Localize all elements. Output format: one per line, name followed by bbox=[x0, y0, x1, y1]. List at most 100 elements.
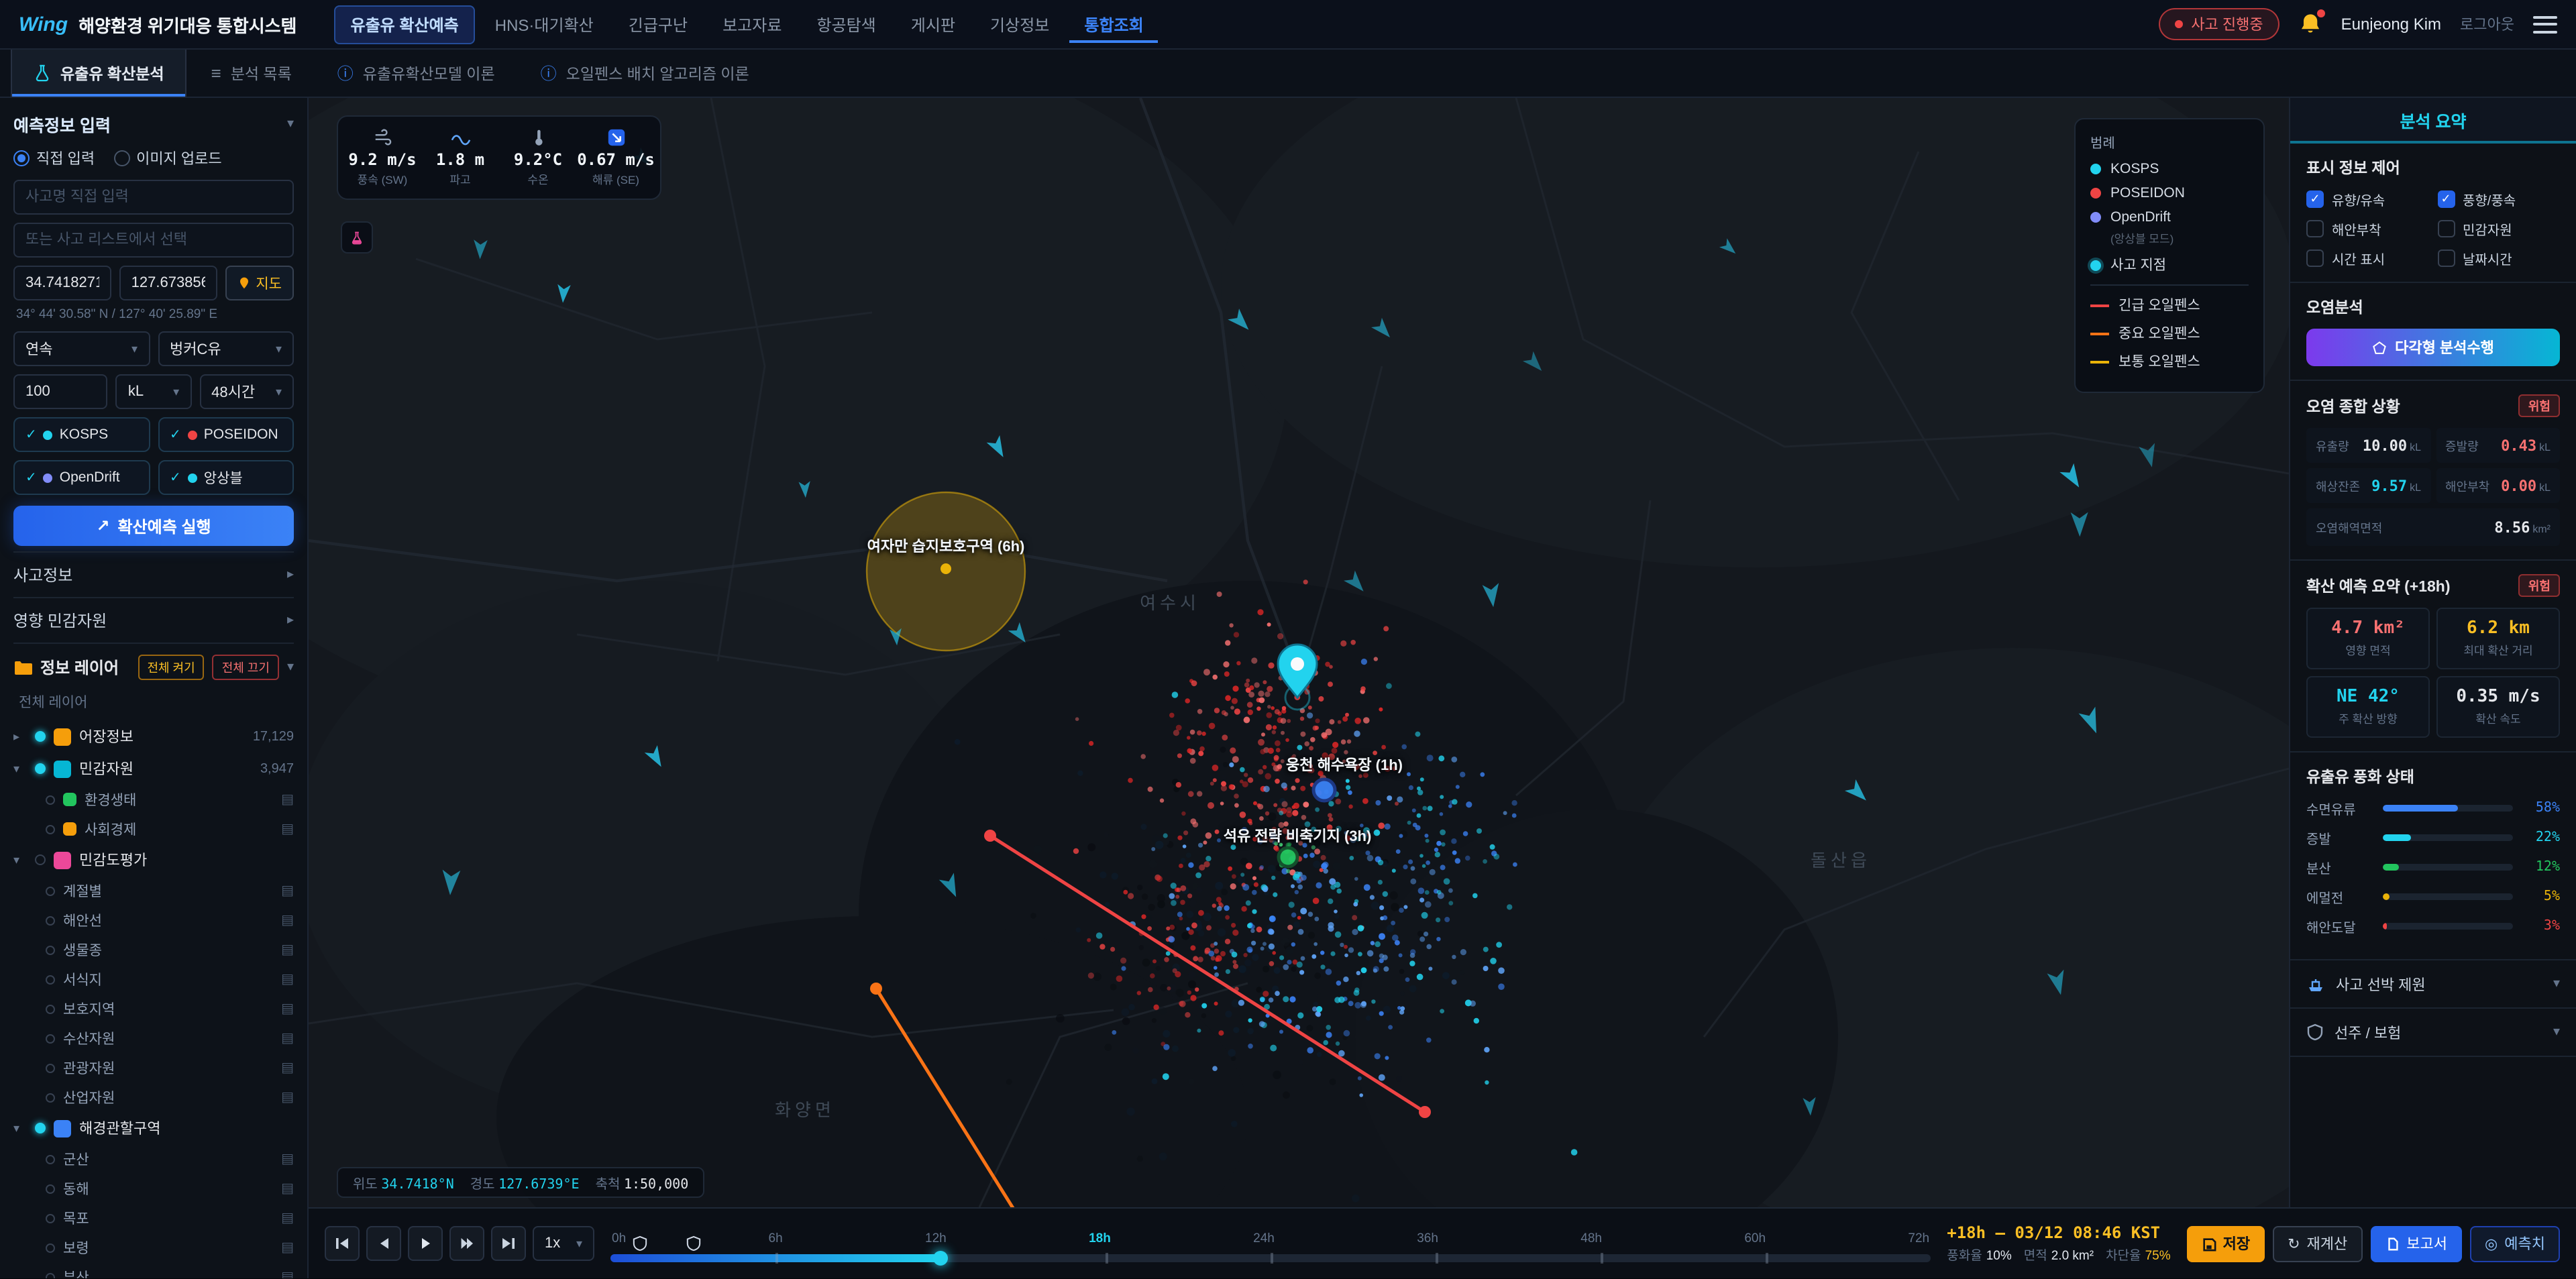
latitude-input[interactable] bbox=[13, 266, 111, 300]
fence-event-marker-3h[interactable] bbox=[686, 1235, 701, 1251]
layer-toggle[interactable] bbox=[46, 1004, 55, 1013]
panel-collapse-chevron[interactable]: ▾ bbox=[287, 117, 294, 131]
map-area[interactable]: 9.2 m/s 풍속 (SW) 1.8 m 파고 9.2°C 수온 0.67 m… bbox=[309, 98, 2289, 1207]
save-button[interactable]: 저장 bbox=[2186, 1225, 2265, 1262]
section-accident-info[interactable]: 사고정보 ▸ bbox=[13, 551, 294, 597]
speed-select[interactable]: 1x ▾ bbox=[533, 1226, 594, 1261]
section-owner-insurance[interactable]: 선주 / 보험 ▾ bbox=[2290, 1009, 2576, 1057]
layer-toggle[interactable] bbox=[46, 1184, 55, 1193]
fence-event-marker-1h[interactable] bbox=[632, 1235, 647, 1251]
nav-item-integrated-search[interactable]: 통합조회 bbox=[1069, 6, 1159, 42]
layer-style-icon[interactable]: ▤ bbox=[281, 1211, 294, 1225]
layer-item-eco[interactable]: 환경생태 ▤ bbox=[13, 785, 294, 814]
predict-button[interactable]: ◎ 예측치 bbox=[2470, 1225, 2560, 1262]
layer-style-icon[interactable]: ▤ bbox=[281, 1060, 294, 1075]
expand-icon[interactable]: ▸ bbox=[13, 729, 27, 744]
analysis-summary-tab[interactable]: 분석 요약 bbox=[2290, 98, 2576, 144]
model-toggle-poseidon[interactable]: ✓ POSEIDON bbox=[158, 417, 294, 452]
fast-forward-button[interactable] bbox=[449, 1226, 484, 1261]
layer-item[interactable]: 보령 ▤ bbox=[13, 1233, 294, 1262]
layer-style-icon[interactable]: ▤ bbox=[281, 1240, 294, 1255]
subtab-diffusion-analysis[interactable]: 유출유 확산분석 bbox=[11, 50, 187, 97]
polygon-analysis-button[interactable]: 다각형 분석수행 bbox=[2306, 329, 2560, 366]
play-button[interactable] bbox=[408, 1226, 443, 1261]
layer-style-icon[interactable]: ▤ bbox=[281, 1152, 294, 1166]
collapse-icon[interactable]: ▾ bbox=[13, 761, 27, 776]
layer-style-icon[interactable]: ▤ bbox=[281, 1001, 294, 1016]
model-toggle-ensemble[interactable]: ✓ 앙상블 bbox=[158, 460, 294, 495]
radio-direct-input[interactable]: 직접 입력 bbox=[13, 148, 95, 169]
checkbox-time[interactable]: ✓시간 표시 bbox=[2306, 248, 2429, 268]
layer-item[interactable]: 서식지 ▤ bbox=[13, 964, 294, 994]
layer-toggle[interactable] bbox=[46, 1093, 55, 1102]
timeline-slider[interactable] bbox=[610, 1235, 1931, 1265]
checkbox-sensitive[interactable]: ✓민감자원 bbox=[2437, 219, 2560, 239]
layer-group-coastguard[interactable]: ▾ 해경관할구역 bbox=[13, 1112, 294, 1144]
layer-style-icon[interactable]: ▤ bbox=[281, 1090, 294, 1105]
step-back-button[interactable] bbox=[366, 1226, 401, 1261]
layer-style-icon[interactable]: ▤ bbox=[281, 1270, 294, 1278]
skip-start-button[interactable] bbox=[325, 1226, 360, 1261]
layer-toggle[interactable] bbox=[46, 975, 55, 984]
layer-item[interactable]: 목포 ▤ bbox=[13, 1203, 294, 1233]
layer-toggle[interactable] bbox=[35, 731, 46, 742]
subtab-model-theory[interactable]: ⓘ 유출유확산모델 이론 bbox=[316, 50, 517, 97]
incident-status-badge[interactable]: 사고 진행중 bbox=[2159, 8, 2279, 40]
layer-group-sensitive-resources[interactable]: ▾ 민감자원 3,947 bbox=[13, 753, 294, 785]
layer-style-icon[interactable]: ▤ bbox=[281, 1181, 294, 1196]
checkbox-wind[interactable]: ✓ 풍향/풍속 bbox=[2437, 189, 2560, 209]
layer-group-sensitivity[interactable]: ▾ 민감도평가 bbox=[13, 844, 294, 876]
layer-style-icon[interactable]: ▤ bbox=[281, 822, 294, 836]
duration-select[interactable]: 48시간 ▾ bbox=[199, 374, 294, 409]
radio-image-upload[interactable]: 이미지 업로드 bbox=[113, 148, 222, 169]
nav-item-rescue[interactable]: 긴급구난 bbox=[614, 6, 702, 42]
layer-style-icon[interactable]: ▤ bbox=[281, 1031, 294, 1046]
nav-item-board[interactable]: 게시판 bbox=[896, 6, 970, 42]
layer-toggle[interactable] bbox=[35, 1123, 46, 1133]
layer-toggle[interactable] bbox=[35, 763, 46, 774]
collapse-icon[interactable]: ▾ bbox=[13, 852, 27, 867]
layer-toggle[interactable] bbox=[46, 945, 55, 954]
subtab-boom-theory[interactable]: ⓘ 오일펜스 배치 알고리즘 이론 bbox=[519, 50, 771, 97]
layer-item[interactable]: 해안선 ▤ bbox=[13, 905, 294, 935]
layer-toggle[interactable] bbox=[46, 1034, 55, 1043]
spill-type-select[interactable]: 연속 ▾ bbox=[13, 331, 150, 366]
layer-item[interactable]: 계절별 ▤ bbox=[13, 876, 294, 905]
layer-toggle[interactable] bbox=[46, 1063, 55, 1072]
checkbox-shoreline[interactable]: ✓해안부착 bbox=[2306, 219, 2429, 239]
layer-toggle[interactable] bbox=[46, 1213, 55, 1223]
checkbox-current[interactable]: ✓ 유향/유속 bbox=[2306, 189, 2429, 209]
layer-item[interactable]: 동해 ▤ bbox=[13, 1174, 294, 1203]
master-layer-label[interactable]: 전체 레이어 bbox=[13, 688, 294, 720]
nav-item-weather[interactable]: 기상정보 bbox=[975, 6, 1064, 42]
layer-style-icon[interactable]: ▤ bbox=[281, 942, 294, 957]
layer-toggle[interactable] bbox=[46, 1154, 55, 1164]
nav-item-hns[interactable]: HNS·대기확산 bbox=[480, 6, 608, 42]
layer-style-icon[interactable]: ▤ bbox=[281, 883, 294, 898]
nav-item-aerial-search[interactable]: 항공탐색 bbox=[802, 6, 890, 42]
layer-item[interactable]: 보호지역 ▤ bbox=[13, 994, 294, 1023]
menu-button[interactable] bbox=[2533, 15, 2557, 33]
layer-toggle[interactable] bbox=[46, 824, 55, 834]
layer-item[interactable]: 군산 ▤ bbox=[13, 1144, 294, 1174]
layers-all-off-button[interactable]: 전체 끄기 bbox=[212, 655, 279, 680]
layer-style-icon[interactable]: ▤ bbox=[281, 792, 294, 807]
recalculate-button[interactable]: ↻ 재계산 bbox=[2273, 1225, 2363, 1262]
checkbox-datetime[interactable]: ✓날짜시간 bbox=[2437, 248, 2560, 268]
model-toggle-kosps[interactable]: ✓ KOSPS bbox=[13, 417, 150, 452]
layer-style-icon[interactable]: ▤ bbox=[281, 972, 294, 987]
layer-item[interactable]: 산업자원 ▤ bbox=[13, 1082, 294, 1112]
report-button[interactable]: 보고서 bbox=[2370, 1225, 2463, 1262]
model-toggle-opendrift[interactable]: ✓ OpenDrift bbox=[13, 460, 150, 495]
skip-end-button[interactable] bbox=[491, 1226, 526, 1261]
map-pick-button[interactable]: 지도 bbox=[225, 266, 294, 300]
section-vessel-specs[interactable]: 사고 선박 제원 ▾ bbox=[2290, 960, 2576, 1009]
accident-name-input[interactable] bbox=[13, 180, 294, 215]
layer-toggle[interactable] bbox=[46, 1243, 55, 1252]
layer-toggle[interactable] bbox=[46, 886, 55, 895]
logout-button[interactable]: 로그아웃 bbox=[2460, 13, 2514, 35]
layer-toggle[interactable] bbox=[46, 1272, 55, 1278]
layer-item[interactable]: 생물종 ▤ bbox=[13, 935, 294, 964]
map-tool-button[interactable] bbox=[341, 221, 373, 254]
longitude-input[interactable] bbox=[119, 266, 217, 300]
